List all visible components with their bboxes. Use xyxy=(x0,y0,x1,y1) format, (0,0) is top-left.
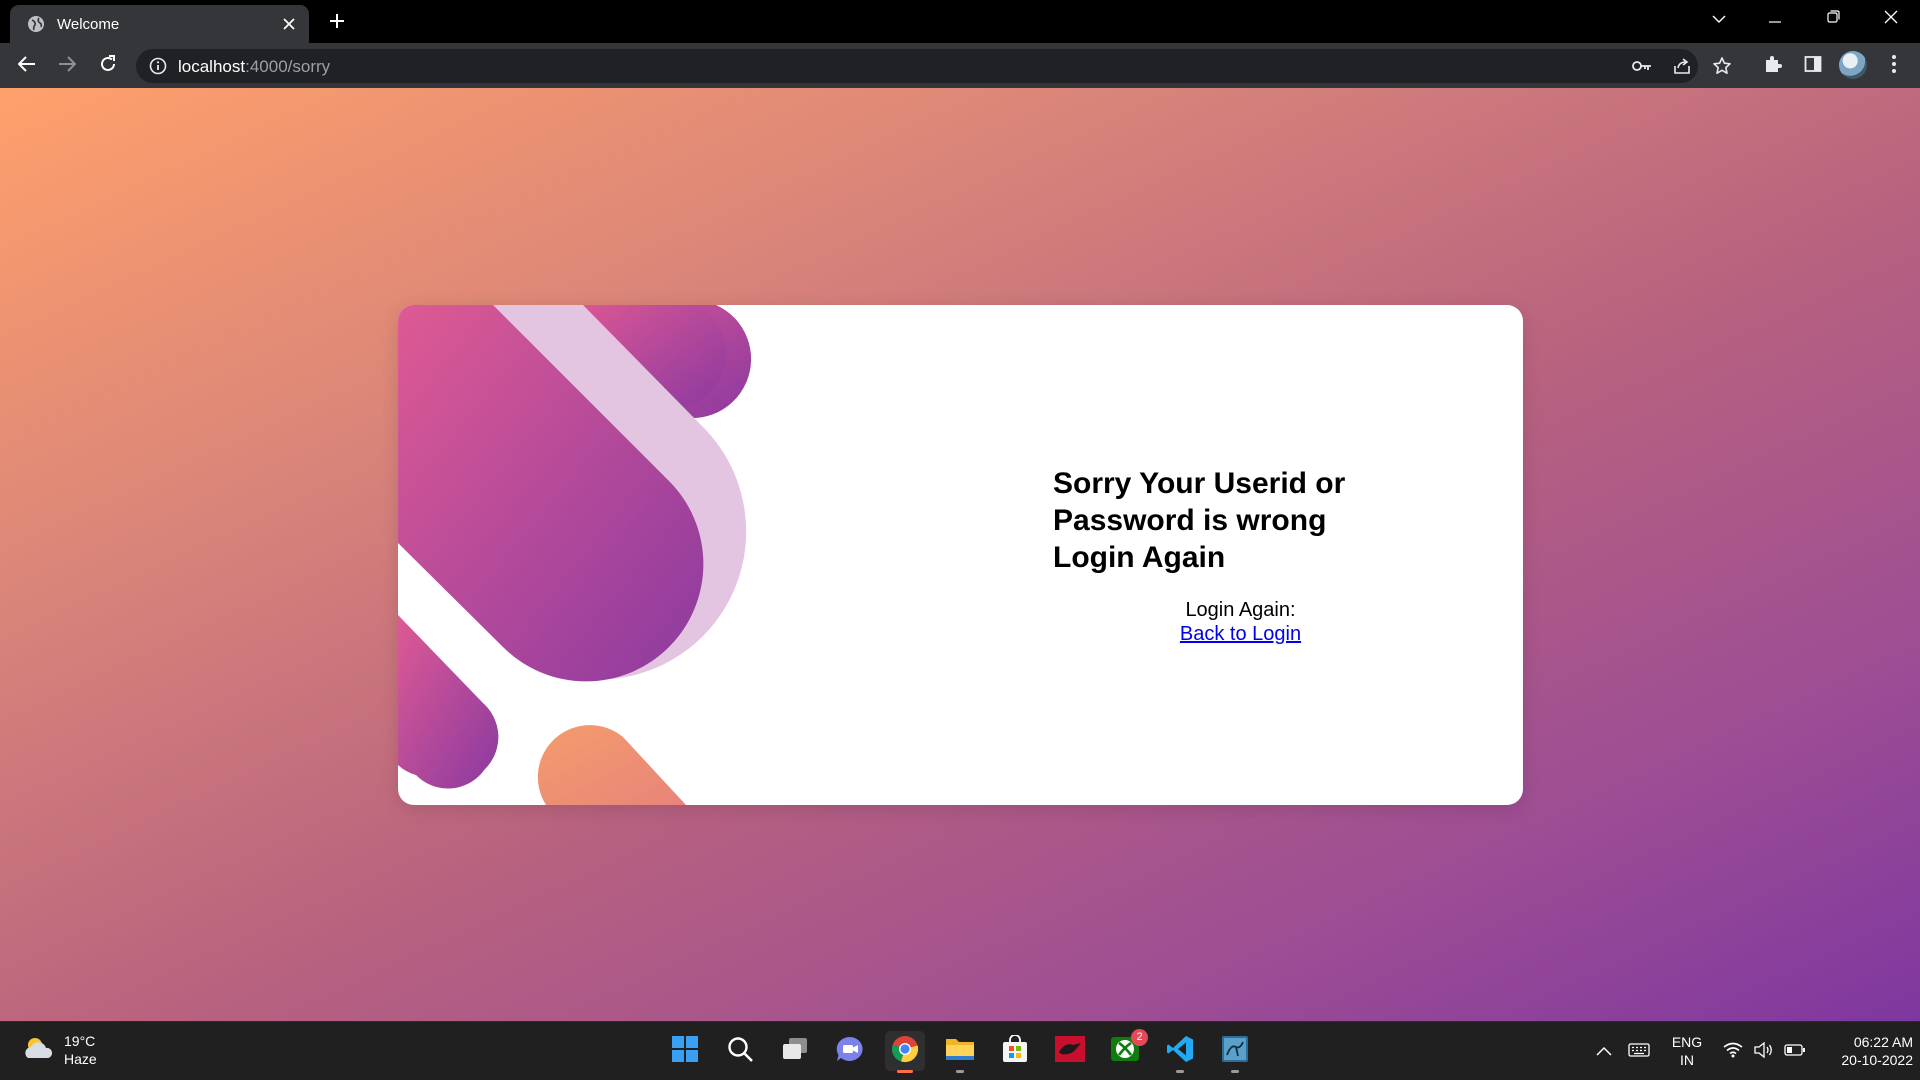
reload-button[interactable] xyxy=(91,49,125,83)
clock-date: 20-10-2022 xyxy=(1841,1052,1913,1068)
browser-tab[interactable]: Welcome xyxy=(10,5,309,43)
battery-button[interactable] xyxy=(1783,1040,1807,1064)
star-icon[interactable] xyxy=(1710,54,1734,78)
running-indicator xyxy=(1176,1070,1184,1073)
keyboard-icon xyxy=(1628,1042,1650,1062)
info-icon[interactable] xyxy=(148,56,168,76)
chevron-down-icon xyxy=(1712,10,1726,28)
kebab-menu-icon xyxy=(1892,54,1896,78)
app-red-icon xyxy=(1055,1035,1085,1067)
weather-icon xyxy=(22,1034,54,1067)
sidepanel-icon xyxy=(1804,55,1822,78)
share-icon[interactable] xyxy=(1670,54,1694,78)
taskbar: 19°C Haze 2 ENG IN 06:22 AM 20-10-2022 xyxy=(0,1021,1920,1080)
error-message: Sorry Your Userid or Password is wrong L… xyxy=(1053,465,1393,646)
key-icon[interactable] xyxy=(1630,54,1654,78)
weather-temp: 19°C xyxy=(64,1033,96,1049)
page-background: Sorry Your Userid or Password is wrong L… xyxy=(0,88,1920,1021)
new-tab-button[interactable] xyxy=(322,8,352,38)
error-heading: Sorry Your Userid or Password is wrong L… xyxy=(1053,467,1346,574)
tab-title: Welcome xyxy=(57,15,120,33)
plus-icon xyxy=(329,13,345,34)
minimize-icon xyxy=(1769,10,1781,28)
clock[interactable]: 06:22 AM 20-10-2022 xyxy=(1818,1033,1913,1069)
chrome-taskbar-button[interactable] xyxy=(885,1031,925,1073)
chrome-icon xyxy=(891,1035,919,1068)
weather-desc: Haze xyxy=(64,1051,97,1067)
xbox-button[interactable]: 2 xyxy=(1105,1029,1148,1071)
network-button[interactable] xyxy=(1721,1040,1745,1064)
vscode-button[interactable] xyxy=(1160,1031,1200,1073)
chevron-up-icon xyxy=(1596,1043,1612,1061)
close-icon[interactable] xyxy=(275,10,303,38)
search-button[interactable] xyxy=(720,1031,760,1071)
decorative-shapes xyxy=(398,305,752,805)
region-code: IN xyxy=(1680,1052,1694,1068)
close-icon xyxy=(1884,10,1898,29)
login-again-block: Login Again: Back to Login xyxy=(1053,598,1428,646)
restore-button[interactable] xyxy=(1805,0,1861,38)
tab-search-button[interactable] xyxy=(1691,0,1747,38)
input-language[interactable]: ENG IN xyxy=(1667,1033,1707,1069)
volume-icon xyxy=(1754,1041,1774,1063)
reload-icon xyxy=(99,54,117,78)
battery-icon xyxy=(1784,1043,1806,1061)
running-indicator xyxy=(956,1070,964,1073)
chat-button[interactable] xyxy=(830,1031,870,1071)
store-button[interactable] xyxy=(995,1031,1035,1071)
show-hidden-icons-button[interactable] xyxy=(1592,1040,1616,1064)
start-icon xyxy=(671,1035,699,1068)
forward-arrow-icon xyxy=(58,55,77,77)
profile-avatar[interactable] xyxy=(1839,51,1867,79)
error-card: Sorry Your Userid or Password is wrong L… xyxy=(398,305,1523,805)
running-indicator xyxy=(897,1070,913,1073)
restore-icon xyxy=(1826,10,1840,28)
chat-icon xyxy=(835,1035,865,1068)
store-icon xyxy=(1001,1033,1029,1068)
browser-toolbar: localhost:4000/sorry xyxy=(0,43,1920,88)
task-view-icon xyxy=(781,1035,809,1068)
extensions-button[interactable] xyxy=(1756,49,1790,83)
minimize-button[interactable] xyxy=(1747,0,1803,38)
browser-titlebar: Welcome xyxy=(0,0,1920,43)
back-to-login-link[interactable]: Back to Login xyxy=(1180,622,1301,646)
back-arrow-icon xyxy=(17,55,36,77)
touch-keyboard-button[interactable] xyxy=(1627,1040,1651,1064)
volume-button[interactable] xyxy=(1752,1040,1776,1064)
mysql-icon xyxy=(1221,1035,1249,1068)
vscode-icon xyxy=(1166,1035,1194,1068)
clock-time: 06:22 AM xyxy=(1853,1034,1913,1050)
window-close-button[interactable] xyxy=(1863,0,1919,38)
language-code: ENG xyxy=(1671,1034,1703,1050)
file-explorer-button[interactable] xyxy=(940,1031,980,1073)
url-path: :4000/sorry xyxy=(245,57,331,76)
file-explorer-icon xyxy=(945,1036,975,1067)
login-again-label: Login Again: xyxy=(1185,599,1296,621)
url-host: localhost xyxy=(178,57,246,76)
start-button[interactable] xyxy=(665,1031,705,1071)
task-view-button[interactable] xyxy=(775,1031,815,1071)
url-text: localhost:4000/sorry xyxy=(178,57,330,77)
address-bar[interactable]: localhost:4000/sorry xyxy=(136,49,1731,83)
search-icon xyxy=(726,1035,754,1068)
app-red-button[interactable] xyxy=(1050,1031,1090,1071)
mysql-workbench-button[interactable] xyxy=(1215,1031,1255,1073)
weather-widget[interactable]: 19°C Haze xyxy=(22,1032,97,1068)
forward-button[interactable] xyxy=(50,49,84,83)
globe-icon xyxy=(27,15,45,33)
running-indicator xyxy=(1231,1070,1239,1073)
puzzle-icon xyxy=(1763,54,1783,79)
weather-text: 19°C Haze xyxy=(64,1032,97,1068)
side-panel-button[interactable] xyxy=(1796,49,1830,83)
wifi-icon xyxy=(1723,1042,1743,1063)
notification-badge: 2 xyxy=(1131,1029,1148,1046)
browser-menu-button[interactable] xyxy=(1877,49,1911,83)
back-button[interactable] xyxy=(10,49,44,83)
